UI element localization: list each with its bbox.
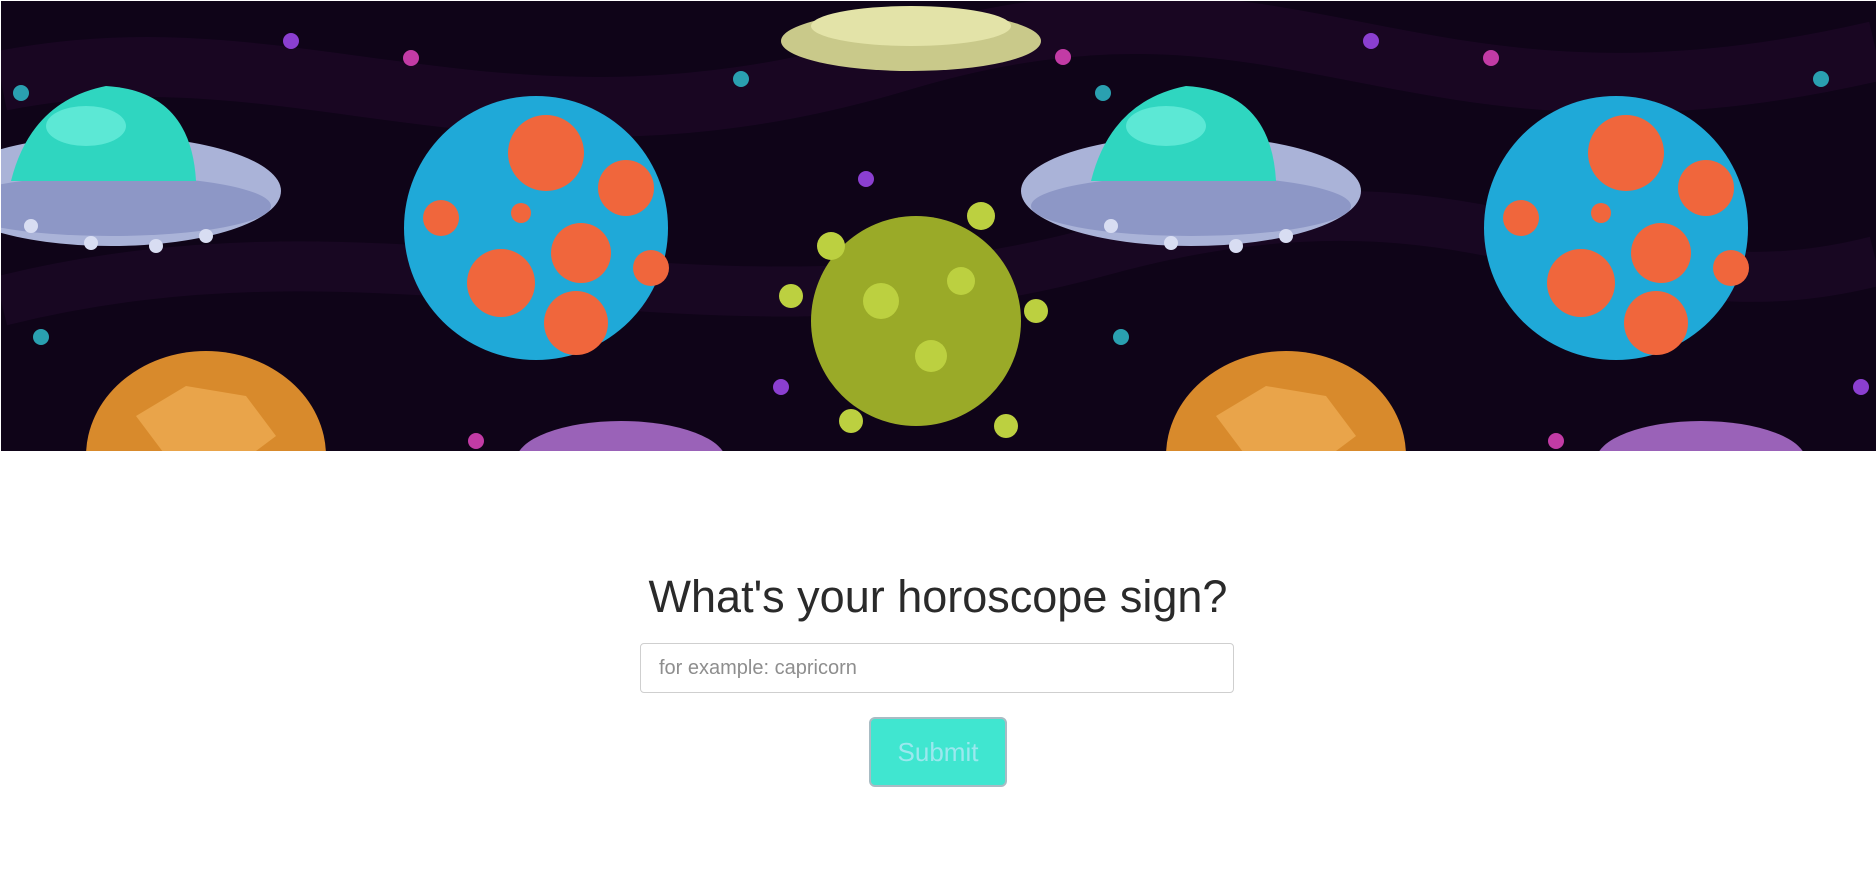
- purple-saucer-icon: [519, 421, 1803, 451]
- submit-button[interactable]: Submit: [869, 717, 1007, 787]
- space-banner: [1, 1, 1876, 451]
- main-content: What's your horoscope sign? Submit: [0, 451, 1876, 889]
- page-title: What's your horoscope sign?: [648, 571, 1228, 622]
- virus-planet-icon: [779, 202, 1048, 438]
- space-illustration: [1, 1, 1876, 451]
- horoscope-sign-input[interactable]: [640, 643, 1234, 693]
